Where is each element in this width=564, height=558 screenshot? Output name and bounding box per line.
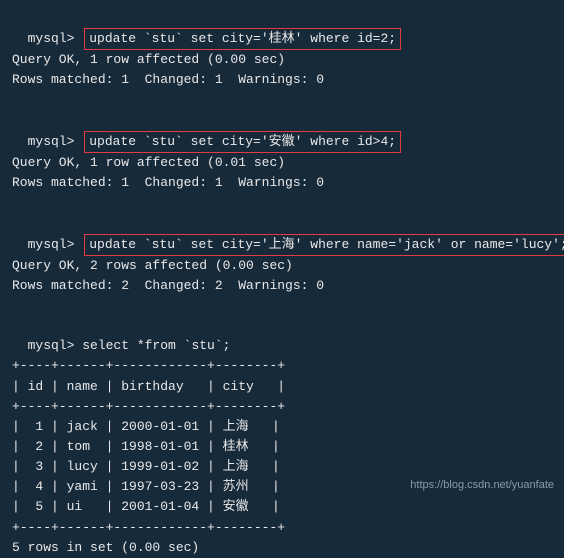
table-header: | id | name | birthday | city |	[12, 377, 552, 397]
result-line-3: Query OK, 2 rows affected (0.00 sec)	[12, 256, 552, 276]
table-border-mid: +----+------+------------+--------+	[12, 397, 552, 417]
table-row: | 3 | lucy | 1999-01-02 | 上海 |	[12, 457, 552, 477]
match-line-3: Rows matched: 2 Changed: 2 Warnings: 0	[12, 276, 552, 296]
cmd-block-3: mysql> update `stu` set city='上海' where …	[12, 213, 552, 255]
sql-highlight-2: update `stu` set city='安徽' where id>4;	[84, 131, 401, 153]
table-border-top: +----+------+------------+--------+	[12, 356, 552, 376]
result-line-1: Query OK, 1 row affected (0.00 sec)	[12, 50, 552, 70]
select-sql: select *from `stu`;	[74, 338, 230, 353]
table-row: | 2 | tom | 1998-01-01 | 桂林 |	[12, 437, 552, 457]
result-line-2: Query OK, 1 row affected (0.01 sec)	[12, 153, 552, 173]
match-line-1: Rows matched: 1 Changed: 1 Warnings: 0	[12, 70, 552, 90]
mysql-prompt: mysql>	[28, 31, 75, 46]
match-line-2: Rows matched: 1 Changed: 1 Warnings: 0	[12, 173, 552, 193]
table-border-bottom: +----+------+------------+--------+	[12, 518, 552, 538]
mysql-prompt: mysql>	[28, 134, 75, 149]
mysql-prompt: mysql>	[28, 237, 75, 252]
watermark: https://blog.csdn.net/yuanfate	[410, 477, 554, 494]
select-block: mysql> select *from `stu`;	[12, 316, 552, 356]
table-row: | 1 | jack | 2000-01-01 | 上海 |	[12, 417, 552, 437]
rows-footer: 5 rows in set (0.00 sec)	[12, 538, 552, 558]
cmd-block-2: mysql> update `stu` set city='安徽' where …	[12, 111, 552, 153]
cmd-block-1: mysql> update `stu` set city='桂林' where …	[12, 8, 552, 50]
mysql-prompt: mysql>	[28, 338, 75, 353]
sql-highlight-1: update `stu` set city='桂林' where id=2;	[84, 28, 401, 50]
table-row: | 5 | ui | 2001-01-04 | 安徽 |	[12, 497, 552, 517]
sql-highlight-3: update `stu` set city='上海' where name='j…	[84, 234, 564, 256]
